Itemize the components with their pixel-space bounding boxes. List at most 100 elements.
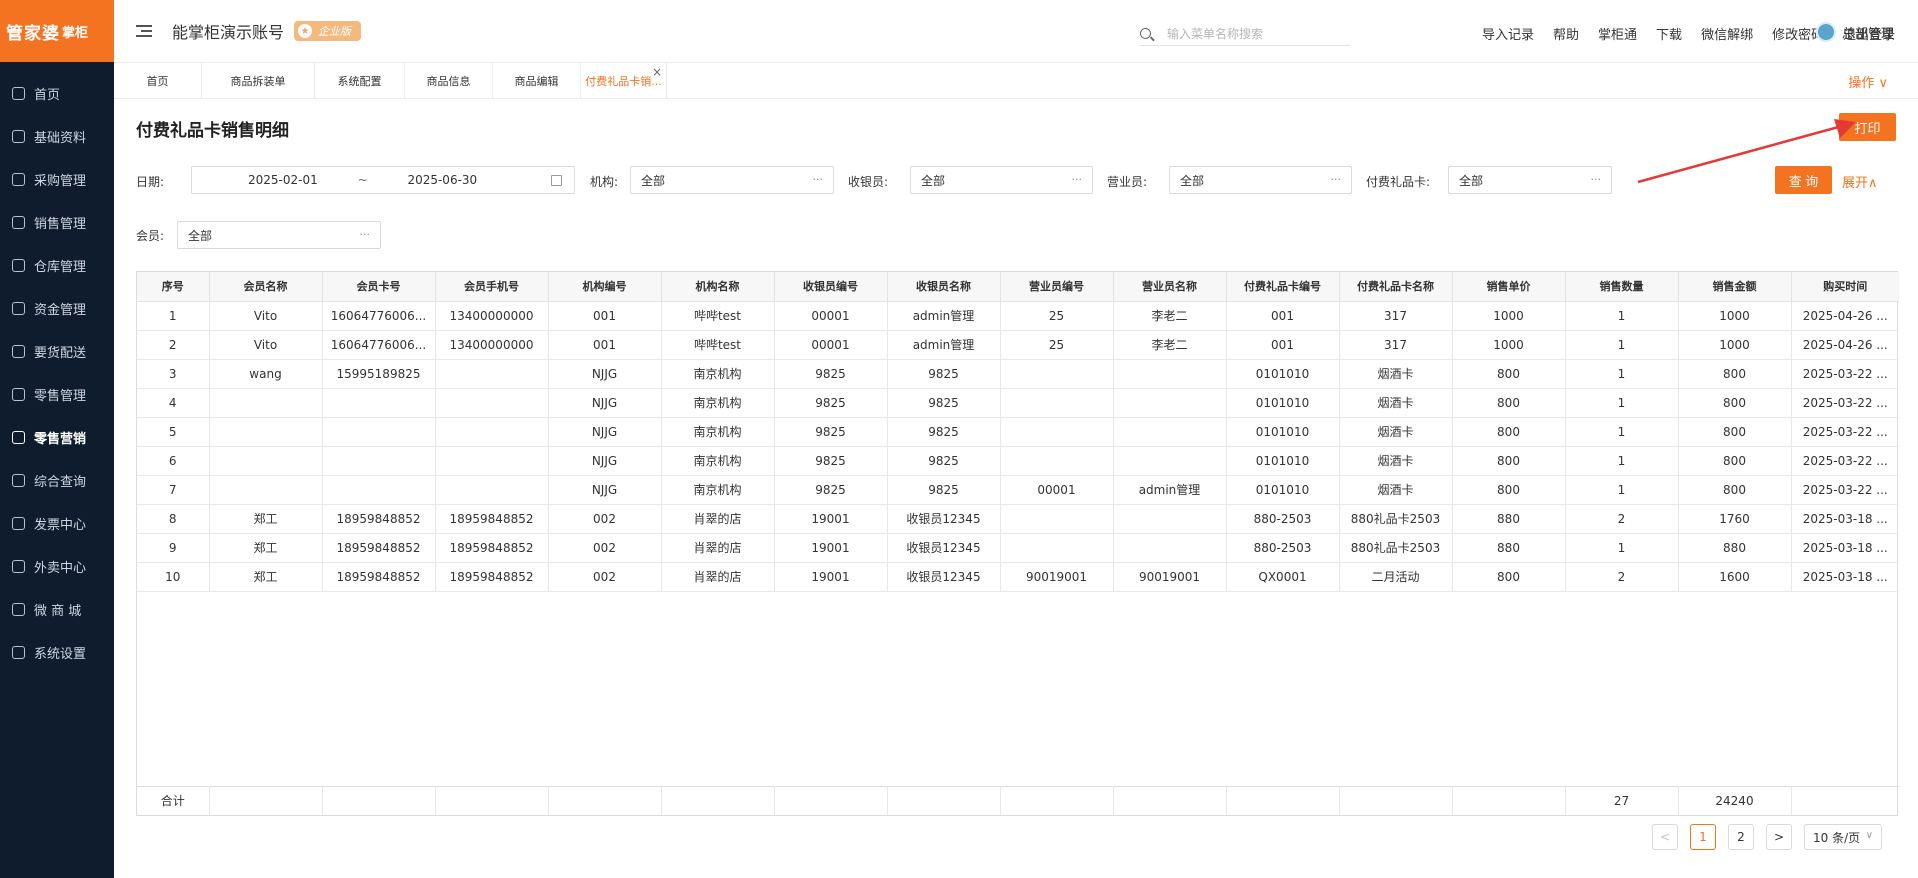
table-cell: 9825	[774, 388, 888, 418]
table-cell: NJJG	[548, 417, 662, 447]
sidebar-item-11[interactable]: 外卖中心	[0, 545, 114, 588]
sidebar-item-9[interactable]: 综合查询	[0, 459, 114, 502]
org-select[interactable]: 全部 ···	[630, 166, 834, 194]
tab-label: 系统配置	[337, 75, 382, 88]
sidebar-item-5[interactable]: 资金管理	[0, 287, 114, 330]
edition-badge: ★ 企业版	[294, 21, 362, 41]
date-separator: ~	[357, 173, 368, 187]
table-row[interactable]: 9 郑工 18959848852 18959848852 002 肖翠的店 19001 收银员…	[137, 533, 1899, 563]
menu-search-input[interactable]	[1167, 26, 1337, 41]
table-row[interactable]: 4 NJJG 南京机构 9825 9825 0101010 烟酒卡 800 1 800 2025-0…	[137, 388, 1899, 418]
tab-label: 商品编辑	[514, 75, 559, 88]
user-menu[interactable]: 总部管理	[1815, 22, 1894, 42]
table-cell: 18959848852	[435, 504, 549, 534]
page-size-select[interactable]: 10 条/页 ∨	[1804, 824, 1882, 850]
table-row[interactable]: 6 NJJG 南京机构 9825 9825 0101010 烟酒卡 800 1 800 2025-0…	[137, 446, 1899, 476]
column-header[interactable]: 付费礼品卡名称	[1339, 272, 1453, 302]
member-select[interactable]: 全部 ···	[177, 221, 381, 249]
table-cell: 0101010	[1226, 417, 1340, 447]
tab-2[interactable]: 系统配置	[315, 63, 405, 99]
header-link-4[interactable]: 微信解绑	[1701, 24, 1753, 43]
table-cell	[435, 446, 549, 476]
table-cell: 9825	[774, 446, 888, 476]
query-button[interactable]: 查 询	[1775, 166, 1832, 194]
bar-chart-icon	[12, 474, 25, 487]
brand-logo[interactable]: 管家婆 掌柜	[0, 0, 114, 62]
header-link-1[interactable]: 帮助	[1553, 24, 1579, 43]
column-header[interactable]: 机构编号	[548, 272, 662, 302]
cashier-value: 全部	[921, 173, 946, 188]
header-link-3[interactable]: 下载	[1656, 24, 1682, 43]
column-header[interactable]: 营业员名称	[1113, 272, 1227, 302]
table-cell: Vito	[209, 330, 323, 360]
sidebar-item-3[interactable]: 销售管理	[0, 201, 114, 244]
column-header[interactable]: 付费礼品卡编号	[1226, 272, 1340, 302]
table-row[interactable]: 10 郑工 18959848852 18959848852 002 肖翠的店 19001 收银…	[137, 562, 1899, 592]
table-cell	[1113, 446, 1227, 476]
column-header[interactable]: 购买时间	[1791, 272, 1899, 302]
column-header[interactable]: 收银员名称	[887, 272, 1001, 302]
column-header[interactable]: 会员卡号	[322, 272, 436, 302]
sidebar-item-10[interactable]: 发票中心	[0, 502, 114, 545]
warehouse-icon	[12, 259, 25, 272]
page-2-button[interactable]: 2	[1728, 824, 1754, 850]
table-cell: 9825	[887, 359, 1001, 389]
table-cell: 2025-03-18 ...	[1791, 504, 1899, 534]
table-cell: 南京机构	[661, 359, 775, 389]
table-row[interactable]: 2 Vito 16064776006... 13400000000 001 哔哔test 0…	[137, 330, 1899, 360]
table-cell: 18959848852	[435, 533, 549, 563]
expand-toggle[interactable]: 展开∧	[1842, 172, 1878, 191]
more-icon: ···	[359, 228, 371, 241]
column-header[interactable]: 营业员编号	[1000, 272, 1114, 302]
close-icon[interactable]: ×	[652, 65, 662, 79]
table-row[interactable]: 1 Vito 16064776006... 13400000000 001 哔哔test 0…	[137, 301, 1899, 331]
sidebar-item-4[interactable]: 仓库管理	[0, 244, 114, 287]
column-header[interactable]: 销售数量	[1565, 272, 1679, 302]
column-header[interactable]: 机构名称	[661, 272, 775, 302]
sidebar-item-13[interactable]: 系统设置	[0, 631, 114, 674]
table-row[interactable]: 7 NJJG 南京机构 9825 9825 00001 admin管理 0101010 烟酒卡 8…	[137, 475, 1899, 505]
cashier-select[interactable]: 全部 ···	[910, 166, 1093, 194]
table-cell: QX0001	[1226, 562, 1340, 592]
column-header[interactable]: 会员手机号	[435, 272, 549, 302]
column-header[interactable]: 销售单价	[1452, 272, 1566, 302]
tab-1[interactable]: 商品拆装单	[202, 63, 315, 99]
header-link-2[interactable]: 掌柜通	[1598, 24, 1637, 43]
prev-page-button[interactable]: <	[1652, 824, 1678, 850]
table-cell: 001	[548, 330, 662, 360]
sidebar-item-1[interactable]: 基础资料	[0, 115, 114, 158]
next-page-button[interactable]: >	[1766, 824, 1792, 850]
page-1-button[interactable]: 1	[1690, 824, 1716, 850]
tab-4[interactable]: 商品编辑	[493, 63, 581, 99]
header-link-0[interactable]: 导入记录	[1482, 24, 1534, 43]
salesman-select[interactable]: 全部 ···	[1169, 166, 1352, 194]
sidebar-item-8[interactable]: 零售营销	[0, 416, 114, 459]
table-cell: 317	[1339, 301, 1453, 331]
operations-dropdown[interactable]: 操作 ∨	[1848, 72, 1888, 91]
tab-0[interactable]: 首页	[114, 63, 202, 99]
column-header[interactable]: 销售金额	[1678, 272, 1792, 302]
column-header[interactable]: 序号	[137, 272, 210, 302]
card-select[interactable]: 全部 ···	[1448, 166, 1612, 194]
table-row[interactable]: 5 NJJG 南京机构 9825 9825 0101010 烟酒卡 800 1 800 2025-0…	[137, 417, 1899, 447]
sidebar-item-2[interactable]: 采购管理	[0, 158, 114, 201]
menu-toggle-icon[interactable]	[136, 25, 152, 37]
table-cell: 郑工	[209, 562, 323, 592]
tab-5[interactable]: 付费礼品卡销... ×	[581, 63, 667, 99]
sidebar-item-0[interactable]: 首页	[0, 72, 114, 115]
table-row[interactable]: 3 wang 15995189825 NJJG 南京机构 9825 9825 0101010 烟…	[137, 359, 1899, 389]
table-cell: Vito	[209, 301, 323, 331]
date-range-picker[interactable]: 2025-02-01 ~ 2025-06-30	[191, 166, 575, 194]
column-header[interactable]: 会员名称	[209, 272, 323, 302]
table-cell: 1	[1565, 446, 1679, 476]
org-value: 全部	[641, 173, 666, 188]
tab-3[interactable]: 商品信息	[405, 63, 493, 99]
table-cell: 收银员12345	[887, 533, 1001, 563]
column-header[interactable]: 收银员编号	[774, 272, 888, 302]
table-row[interactable]: 8 郑工 18959848852 18959848852 002 肖翠的店 19001 收银员…	[137, 504, 1899, 534]
sidebar-item-6[interactable]: 要货配送	[0, 330, 114, 373]
sidebar-item-12[interactable]: 微 商 城	[0, 588, 114, 631]
total-cell	[1791, 785, 1899, 815]
table-cell: 1	[1565, 301, 1679, 331]
sidebar-item-7[interactable]: 零售管理	[0, 373, 114, 416]
